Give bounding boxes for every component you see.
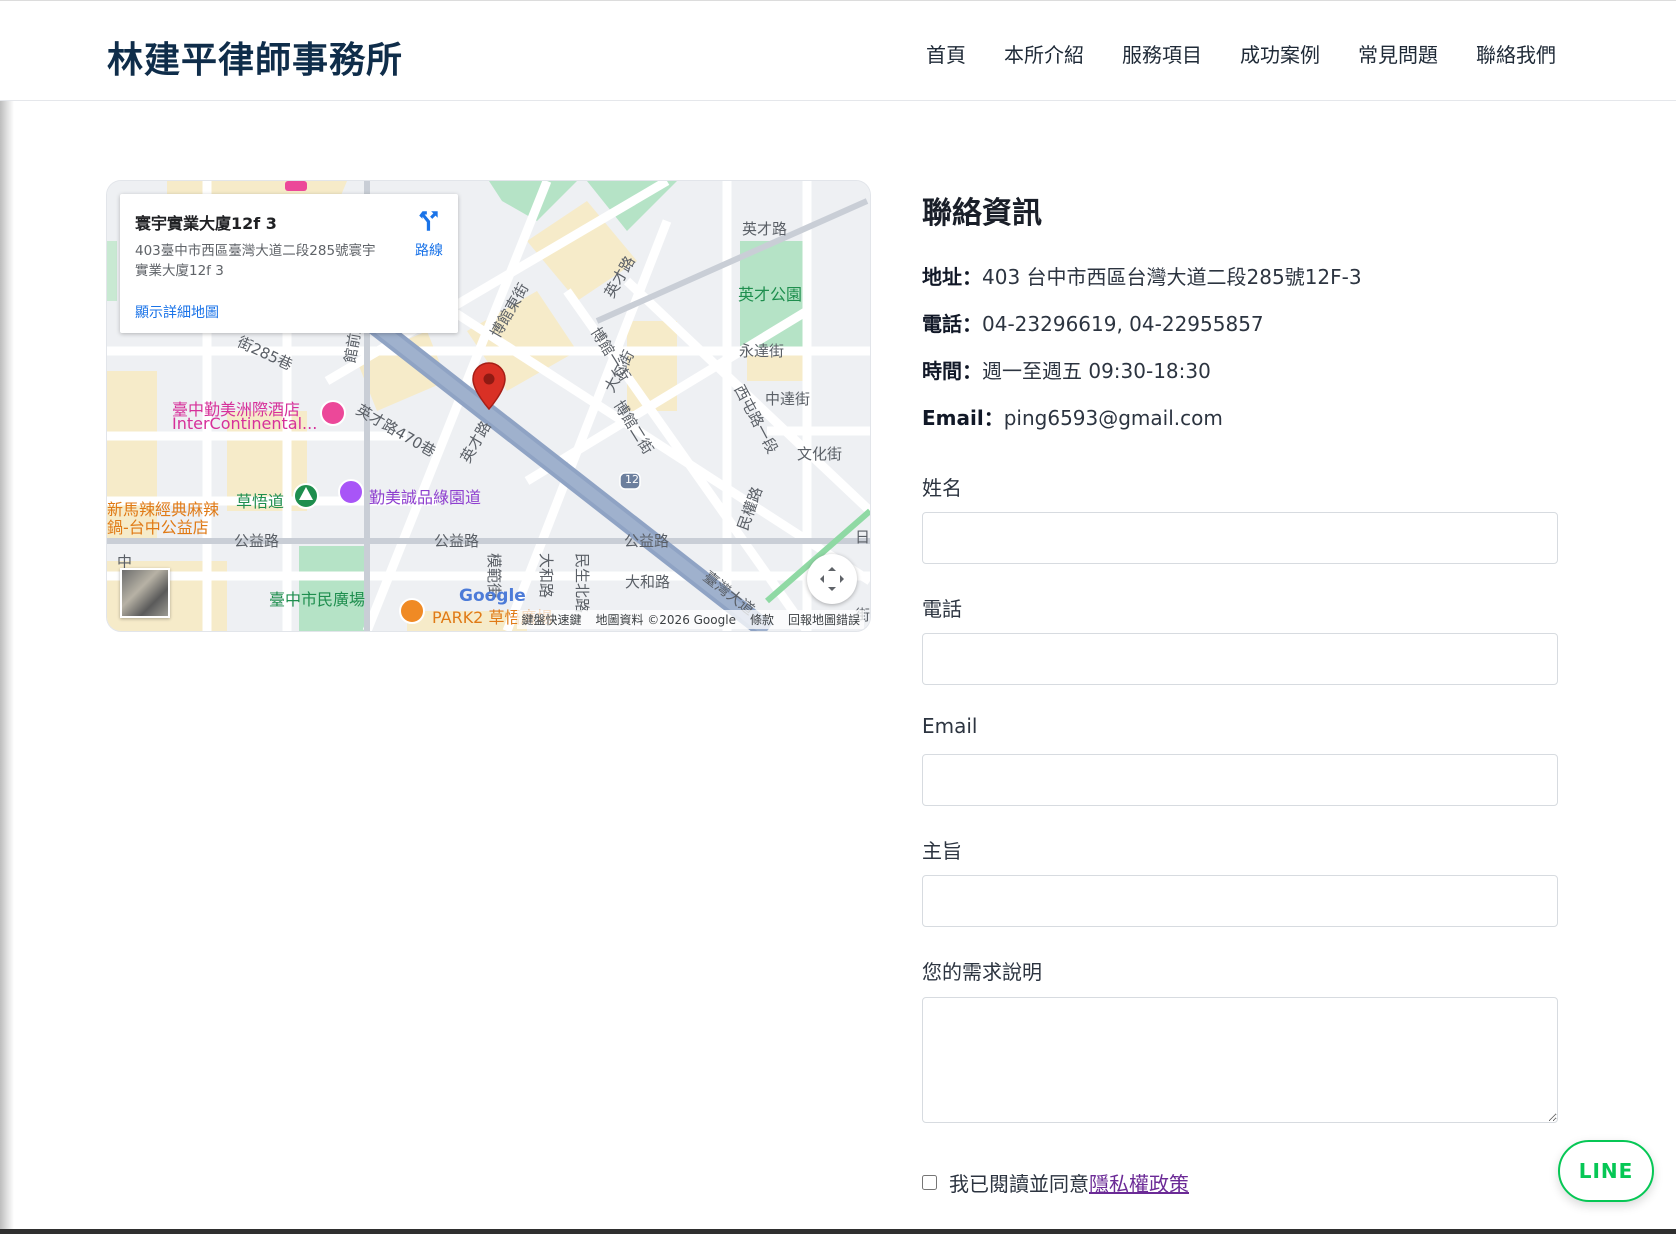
map-place-card: 寰宇實業大廈12f 3 403臺中市西區臺灣大道二段285號寰宇實業大廈12f … bbox=[120, 194, 458, 333]
consent-checkbox[interactable] bbox=[922, 1175, 937, 1190]
poi-restaurant-name[interactable]: 鍋-台中公益店 bbox=[107, 514, 209, 538]
email-value[interactable]: ping6593@gmail.com bbox=[1004, 406, 1223, 430]
google-logo: Google bbox=[459, 586, 526, 606]
subject-input[interactable] bbox=[922, 875, 1558, 927]
email-input[interactable] bbox=[922, 754, 1558, 806]
email-label: Email： bbox=[922, 406, 1004, 430]
map-label: 大和路 bbox=[625, 573, 671, 591]
phone-value[interactable]: 04-23296619, 04-22955857 bbox=[982, 312, 1264, 336]
address-value: 403 台中市西區台灣大道二段285號12F-3 bbox=[982, 265, 1362, 289]
main-nav: 首頁 本所介紹 服務項目 成功案例 常見問題 聯絡我們 bbox=[926, 39, 1556, 68]
phone-input[interactable] bbox=[922, 633, 1558, 685]
line-chat-button[interactable]: LINE bbox=[1558, 1140, 1654, 1202]
phone-field-label: 電話 bbox=[922, 597, 962, 621]
map-label: 公益路 bbox=[624, 532, 670, 550]
privacy-policy-link[interactable]: 隱私權政策 bbox=[1089, 1172, 1189, 1196]
report-error-link[interactable]: 回報地圖錯誤 bbox=[788, 611, 860, 628]
nav-faq[interactable]: 常見問題 bbox=[1358, 39, 1438, 68]
nav-contact[interactable]: 聯絡我們 bbox=[1476, 39, 1556, 68]
window-edge-shadow bbox=[0, 0, 14, 1234]
place-address: 403臺中市西區臺灣大道二段285號寰宇實業大廈12f 3 bbox=[135, 243, 376, 279]
nav-cases[interactable]: 成功案例 bbox=[1240, 39, 1320, 68]
hours-value: 週一至週五 09:30-18:30 bbox=[982, 359, 1211, 383]
consent-text: 我已閱讀並同意 bbox=[949, 1172, 1089, 1196]
terms-link[interactable]: 條款 bbox=[750, 611, 774, 628]
fullscreen-icon bbox=[820, 567, 844, 591]
map-label: 中達街 bbox=[765, 390, 811, 408]
view-larger-map-link[interactable]: 顯示詳細地圖 bbox=[135, 302, 219, 322]
poi-cmp-name[interactable]: 勤美誠品綠園道 bbox=[369, 484, 481, 508]
email-row: Email：ping6593@gmail.com bbox=[922, 402, 1223, 431]
directions-button[interactable]: 路線 bbox=[407, 208, 451, 260]
directions-icon bbox=[419, 211, 438, 231]
name-label: 姓名 bbox=[922, 476, 962, 500]
site-title[interactable]: 林建平律師事務所 bbox=[107, 31, 403, 83]
address-label: 地址： bbox=[922, 265, 982, 289]
message-label: 您的需求說明 bbox=[922, 960, 1042, 984]
map-footer: 鍵盤快速鍵 地圖資料 ©2026 Google 條款 回報地圖錯誤 bbox=[517, 610, 864, 629]
nav-services[interactable]: 服務項目 bbox=[1122, 39, 1202, 68]
phone-row: 電話：04-23296619, 04-22955857 bbox=[922, 308, 1264, 337]
bottom-edge bbox=[0, 1229, 1676, 1234]
name-input[interactable] bbox=[922, 512, 1558, 564]
fullscreen-button[interactable] bbox=[807, 554, 857, 604]
hours-label: 時間： bbox=[922, 359, 982, 383]
consent-row: 我已閱讀並同意隱私權政策 bbox=[922, 1168, 1189, 1197]
place-title: 寰宇實業大廈12f 3 bbox=[135, 214, 277, 233]
map-label: 文化街 bbox=[797, 445, 843, 463]
map-data-attribution: 地圖資料 ©2026 Google bbox=[595, 613, 736, 627]
map-label: 公益路 bbox=[434, 532, 480, 550]
nav-home[interactable]: 首頁 bbox=[926, 39, 966, 68]
message-textarea[interactable] bbox=[922, 997, 1558, 1123]
map-label: 日 bbox=[855, 528, 870, 546]
map-label: 英才路 bbox=[742, 220, 788, 238]
satellite-toggle-button[interactable] bbox=[120, 568, 170, 618]
map-label: 大和路 bbox=[537, 553, 555, 599]
google-map[interactable]: 英才路 英才公園 永達街 中達街 文化街 博館東街 英才路 博館一街 博館二街 … bbox=[107, 181, 870, 631]
map-label: 英才公園 bbox=[738, 285, 803, 304]
location-pin-icon[interactable] bbox=[472, 362, 506, 410]
map-label: 永達街 bbox=[739, 342, 785, 360]
map-label: 民生北路 bbox=[573, 553, 591, 614]
directions-label: 路線 bbox=[415, 243, 443, 259]
site-header: 林建平律師事務所 首頁 本所介紹 服務項目 成功案例 常見問題 聯絡我們 bbox=[0, 0, 1676, 101]
poi-park-name[interactable]: 草悟道 bbox=[236, 488, 284, 512]
email-field-label: Email bbox=[922, 714, 978, 738]
map-label: 臺中市民廣場 bbox=[269, 590, 366, 609]
phone-label: 電話： bbox=[922, 312, 982, 336]
poi-hotel-name-en[interactable]: InterContinental... bbox=[172, 414, 317, 433]
hours-row: 時間：週一至週五 09:30-18:30 bbox=[922, 355, 1211, 384]
address-row: 地址：403 台中市西區台灣大道二段285號12F-3 bbox=[922, 261, 1362, 290]
contact-heading: 聯絡資訊 bbox=[922, 196, 1042, 231]
route-shield-label: 12 bbox=[625, 473, 639, 486]
subject-label: 主旨 bbox=[922, 839, 962, 863]
keyboard-shortcuts-link[interactable]: 鍵盤快速鍵 bbox=[521, 611, 581, 628]
nav-about[interactable]: 本所介紹 bbox=[1004, 39, 1084, 68]
map-label: 公益路 bbox=[234, 532, 280, 550]
